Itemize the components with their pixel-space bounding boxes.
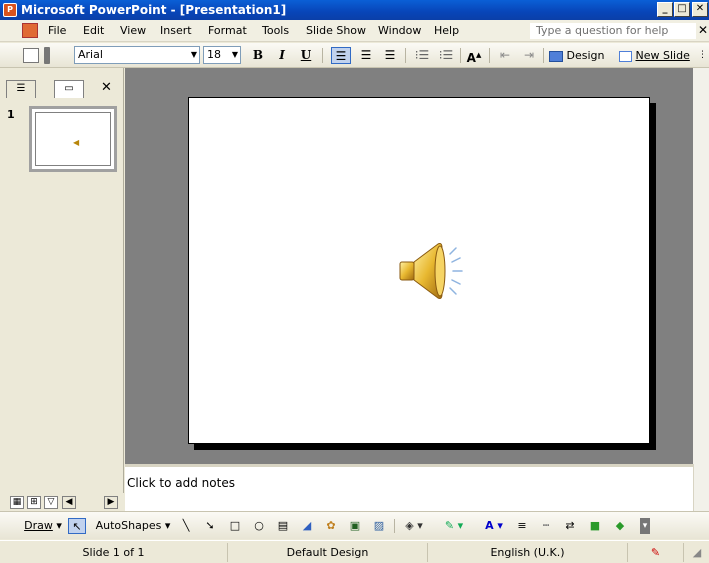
font-color-icon[interactable]: A ▾ [478,518,510,534]
wordart-icon[interactable]: ◢ [298,518,316,534]
menu-insert[interactable]: Insert [160,24,192,37]
spelling-status-icon[interactable]: ✎ [628,543,684,562]
tab-outline[interactable]: ☰ [6,80,36,98]
chevron-down-icon: ▼ [190,50,197,59]
autoshapes-menu-button[interactable]: AutoShapes ▾ [91,518,175,534]
speaker-icon: ◀ [73,138,80,147]
slides-pane: ☰ ▭ ✕ 1 ◀ [0,68,124,493]
slide-number: 1 [7,108,15,121]
new-slide-button[interactable]: New Slide [619,47,693,64]
formatting-toolbar: Arial ▼ 18 ▼ B I U ☰ ☰ ☰ ⁝☰ ⁝☰ A▲ ⇤ ⇥ Desi… [0,43,709,68]
arrow-style-icon[interactable]: ⇄ [561,518,579,534]
tab-slides[interactable]: ▭ [54,80,84,98]
toolbar-options-icon[interactable]: ▾ [640,518,650,534]
diagram-icon[interactable]: ✿ [322,518,340,534]
line-style-icon[interactable]: ≡ [513,518,531,534]
new-document-icon[interactable] [23,48,39,63]
rectangle-icon[interactable]: □ [226,518,244,534]
menu-slide-show[interactable]: Slide Show [306,24,366,37]
align-right-button[interactable]: ☰ [381,47,399,64]
clipart-icon[interactable]: ▣ [346,518,364,534]
notes-placeholder[interactable]: Click to add notes [127,476,235,490]
fill-color-icon[interactable]: ◈ ▾ [400,518,428,534]
language-indicator: English (U.K.) [428,543,628,562]
menu-file[interactable]: File [48,24,66,37]
arrow-icon[interactable]: ➘ [202,518,218,534]
normal-view-button[interactable]: ▦ [10,496,24,509]
3d-style-icon[interactable]: ◆ [611,518,629,534]
close-button[interactable]: ✕ [692,2,708,17]
select-arrow-icon[interactable]: ↖ [68,518,86,534]
increase-indent-button[interactable]: ⇥ [520,47,538,64]
scroll-left-button[interactable]: ◀ [62,496,76,509]
decrease-indent-button[interactable]: ⇤ [496,47,514,64]
dash-style-icon[interactable]: ┅ [537,518,555,534]
oval-icon[interactable]: ○ [250,518,268,534]
vertical-scrollbar[interactable] [693,68,709,464]
document-icon[interactable] [22,23,38,38]
slide-thumbnail[interactable]: ◀ [29,106,117,172]
font-size-select[interactable]: 18 ▼ [203,46,241,64]
design-button[interactable]: Design [549,47,613,64]
status-bar: Slide 1 of 1 Default Design English (U.K… [0,540,709,563]
scroll-right-button[interactable]: ▶ [104,496,118,509]
bullets-button[interactable]: ⁝☰ [437,47,455,64]
menu-view[interactable]: View [120,24,146,37]
drawing-toolbar: Draw ▾ ↖ AutoShapes ▾ ╲ ➘ □ ○ ▤ ◢ ✿ ▣ ▨ … [0,511,709,539]
slide-info: Slide 1 of 1 [0,543,228,562]
speaker-icon[interactable] [398,240,468,302]
bold-button[interactable]: B [250,47,266,64]
menu-edit[interactable]: Edit [83,24,104,37]
slide-show-view-button[interactable]: ▽ [44,496,58,509]
new-slide-icon [619,50,632,62]
window-title: Microsoft PowerPoint - [Presentation1] [21,3,287,17]
notes-scrollbar[interactable] [693,464,709,511]
document-close-icon[interactable]: ✕ [698,23,708,37]
numbering-button[interactable]: ⁝☰ [413,47,431,64]
view-buttons-bar: ▦ ⊞ ▽ ◀ ▶ [0,493,124,511]
title-bar: P Microsoft PowerPoint - [Presentation1]… [0,0,709,20]
chevron-down-icon: ▼ [231,50,238,59]
line-color-icon[interactable]: ✎ ▾ [440,518,468,534]
design-name: Default Design [228,543,428,562]
slide-sorter-view-button[interactable]: ⊞ [27,496,41,509]
textbox-icon[interactable]: ▤ [274,518,292,534]
underline-button[interactable]: U [298,47,314,64]
italic-button[interactable]: I [274,47,290,64]
menu-bar: File Edit View Insert Format Tools Slide… [0,20,709,42]
line-icon[interactable]: ╲ [178,518,194,534]
menu-window[interactable]: Window [378,24,421,37]
minimize-button[interactable]: _ [657,2,673,17]
help-question-input[interactable]: Type a question for help [530,23,696,39]
powerpoint-app-icon: P [3,3,17,17]
font-name-select[interactable]: Arial ▼ [74,46,200,64]
pane-close-icon[interactable]: ✕ [101,80,112,95]
menu-tools[interactable]: Tools [262,24,289,37]
menu-format[interactable]: Format [208,24,247,37]
menu-help[interactable]: Help [434,24,459,37]
align-left-button[interactable]: ☰ [331,47,351,64]
shadow-style-icon[interactable]: ■ [586,518,604,534]
picture-icon[interactable]: ▨ [370,518,388,534]
maximize-button[interactable]: □ [674,2,690,17]
resize-grip-icon[interactable]: ◢ [686,543,708,562]
toolbar-options-icon[interactable]: ⋮ [698,47,707,64]
design-icon [549,50,563,62]
draw-menu-button[interactable]: Draw ▾ [20,518,66,534]
align-center-button[interactable]: ☰ [357,47,375,64]
notes-pane[interactable]: Click to add notes [125,464,693,511]
increase-font-button[interactable]: A▲ [465,47,483,65]
